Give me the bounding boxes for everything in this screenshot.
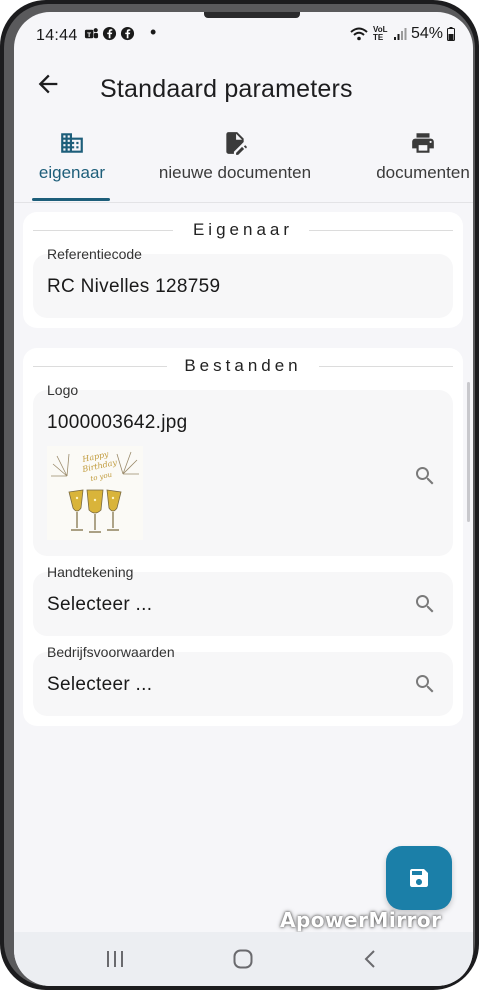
signal-icon <box>393 28 407 40</box>
screen: 14:44 T • VoLTE 54% Standaard parameters… <box>14 12 473 986</box>
status-notification-icons: T <box>84 26 135 41</box>
divider <box>309 230 453 231</box>
field-label: Handtekening <box>47 564 134 580</box>
tab-label: documenten <box>376 163 470 182</box>
phone-bezel: 14:44 T • VoLTE 54% Standaard parameters… <box>4 4 475 986</box>
recent-apps-icon[interactable] <box>104 948 126 970</box>
search-icon[interactable] <box>413 592 437 616</box>
reference-code-field[interactable]: Referentiecode RC Nivelles 128759 <box>33 246 453 318</box>
battery-percentage: 54% <box>410 25 443 42</box>
logo-preview-image: Happy Birthday to you <box>47 446 143 540</box>
status-time: 14:44 <box>36 27 78 44</box>
search-icon[interactable] <box>413 464 437 488</box>
search-icon[interactable] <box>413 672 437 696</box>
printer-icon <box>412 133 434 153</box>
field-label: Logo <box>47 382 79 398</box>
volte-label: VoLTE <box>372 25 388 42</box>
svg-text:T: T <box>87 32 91 39</box>
tab-eigenaar[interactable]: eigenaar <box>30 126 114 204</box>
teams-icon: T <box>84 28 99 39</box>
camera-notch <box>204 12 300 18</box>
app-bar: Standaard parameters <box>14 56 473 116</box>
field-label: Referentiecode <box>47 246 142 262</box>
notification-dot: • <box>150 22 157 42</box>
system-nav-bar <box>14 932 473 986</box>
field-label: Bedrijfsvoorwaarden <box>47 644 175 660</box>
section-header-files: Bestanden <box>23 356 463 376</box>
back-nav-icon[interactable] <box>360 948 382 970</box>
phone-frame: 14:44 T • VoLTE 54% Standaard parameters… <box>0 0 479 990</box>
edit-document-icon <box>226 132 247 155</box>
reference-code-value: RC Nivelles 128759 <box>47 276 221 297</box>
tab-divider <box>14 202 473 203</box>
tab-label: eigenaar <box>38 163 106 182</box>
logo-field[interactable]: Logo 1000003642.jpg Happy Birthday to yo… <box>33 382 453 556</box>
terms-field[interactable]: Bedrijfsvoorwaarden Selecteer ... <box>33 644 453 716</box>
section-header-owner: Eigenaar <box>23 220 463 240</box>
arrow-back-icon[interactable] <box>34 70 62 98</box>
files-card: Bestanden Logo 1000003642.jpg Happy Birt… <box>23 348 463 726</box>
signature-value: Selecteer ... <box>47 594 153 615</box>
battery-icon <box>447 27 455 41</box>
tab-bar: eigenaar nieuwe documenten documenten <box>14 126 473 204</box>
owner-card: Eigenaar Referentiecode RC Nivelles 1287… <box>23 212 463 328</box>
scrollbar[interactable] <box>467 382 470 522</box>
tab-label: nieuwe documenten <box>158 163 312 182</box>
wifi-icon <box>350 27 368 41</box>
terms-value: Selecteer ... <box>47 674 153 695</box>
birthday-champagne-image: Happy Birthday to you <box>47 446 143 540</box>
home-icon[interactable] <box>232 948 254 970</box>
signature-field[interactable]: Handtekening Selecteer ... <box>33 564 453 636</box>
active-tab-indicator <box>32 198 110 201</box>
save-icon <box>410 869 428 887</box>
facebook-icon <box>102 26 117 41</box>
tab-documenten[interactable]: documenten <box>358 126 473 204</box>
facebook-icon <box>120 26 135 41</box>
status-bar: 14:44 T • VoLTE 54% <box>14 12 473 56</box>
logo-filename: 1000003642.jpg <box>47 412 188 433</box>
page-title: Standaard parameters <box>100 75 353 103</box>
building-icon <box>61 133 83 153</box>
divider <box>319 366 453 367</box>
status-system-icons: VoLTE 54% <box>349 25 455 43</box>
tab-nieuwe-documenten[interactable]: nieuwe documenten <box>144 126 326 204</box>
save-button[interactable] <box>386 846 452 910</box>
watermark: ApowerMirror <box>280 908 442 932</box>
